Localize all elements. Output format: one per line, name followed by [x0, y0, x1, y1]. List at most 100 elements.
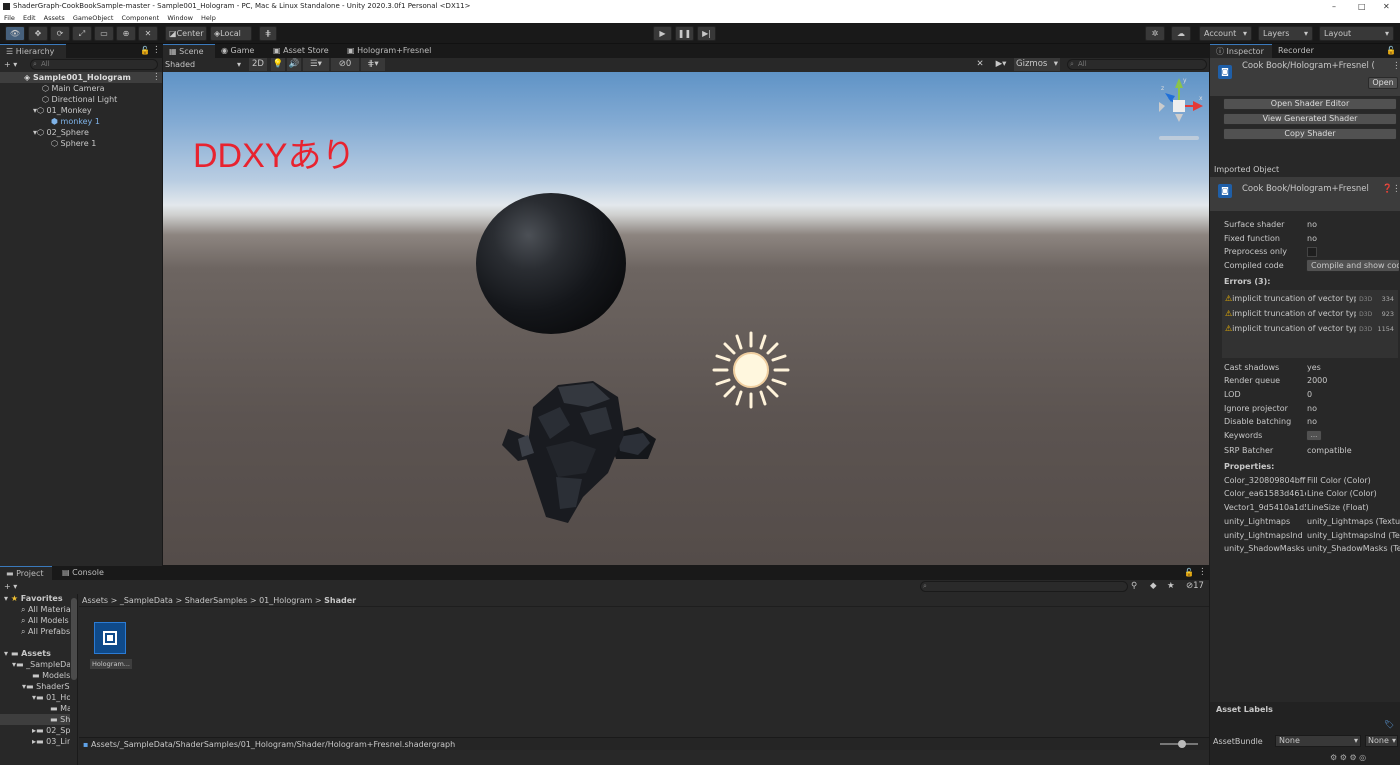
lock-icon[interactable]: 🔓 — [140, 46, 150, 55]
favorite-item[interactable]: ⌕ All Models — [21, 615, 71, 626]
tag-icon[interactable]: 🏷 — [1384, 720, 1394, 729]
layers-dropdown[interactable]: Layers — [1258, 26, 1313, 41]
hierarchy-item-01-monkey[interactable]: ▾⬡ 01_Monkey — [33, 105, 92, 116]
hierarchy-item-directional-light[interactable]: ⬡ Directional Light — [42, 94, 117, 105]
object-menu-icon[interactable]: ⋮ — [1392, 184, 1400, 194]
tree-scrollbar[interactable] — [71, 598, 77, 680]
breadcrumb-item[interactable]: ShaderSamples — [185, 596, 248, 605]
tree-folder[interactable]: ▸▬ 03_Lines — [32, 736, 70, 747]
tab-shader-graph[interactable]: ▣ Hologram+Fresnel — [341, 44, 436, 58]
gizmos-dropdown[interactable]: Gizmos ▾ — [1014, 58, 1060, 71]
favorite-star-icon[interactable]: ★ — [1167, 581, 1175, 591]
hierarchy-search-input[interactable]: ⌕ All — [30, 59, 158, 70]
breadcrumb-item[interactable]: Assets — [82, 596, 108, 605]
menu-file[interactable]: File — [4, 14, 15, 22]
preprocess-checkbox[interactable] — [1307, 247, 1317, 257]
tree-folder[interactable]: ▾▬ ShaderSamples — [22, 681, 70, 692]
project-search-input[interactable]: ⌕ — [920, 581, 1128, 592]
settings-icon[interactable]: ◎ — [1359, 753, 1366, 762]
search-by-type-icon[interactable]: ⚲ — [1131, 581, 1137, 591]
breadcrumb-item[interactable]: Shader — [324, 596, 356, 605]
compile-show-code-button[interactable]: Compile and show code — [1306, 259, 1400, 272]
kebab-menu-icon[interactable]: ⋮ — [1198, 567, 1207, 577]
menu-help[interactable]: Help — [201, 14, 216, 22]
menu-gameobject[interactable]: GameObject — [73, 14, 114, 22]
menu-window[interactable]: Window — [167, 14, 193, 22]
tab-console[interactable]: ▤ Console — [56, 566, 112, 580]
copy-shader-button[interactable]: Copy Shader — [1223, 128, 1397, 140]
cloud-button[interactable]: ☁ — [1171, 26, 1191, 41]
collab-button[interactable]: ✲ — [1145, 26, 1165, 41]
scale-tool-button[interactable]: ⤢ — [72, 26, 92, 41]
search-by-label-icon[interactable]: ◆ — [1150, 581, 1157, 591]
play-button[interactable]: ▶ — [653, 26, 672, 41]
menu-component[interactable]: Component — [121, 14, 159, 22]
open-button[interactable]: Open — [1368, 77, 1398, 89]
tab-scene[interactable]: ▦ Scene — [163, 44, 215, 58]
icon-size-slider-handle[interactable] — [1178, 740, 1186, 748]
favorites-header[interactable]: ▾ ★ Favorites — [4, 593, 63, 604]
breadcrumb-item[interactable]: 01_Hologram — [259, 596, 312, 605]
assets-header[interactable]: ▾ ▬ Assets — [4, 648, 51, 659]
toggle-2d-button[interactable]: 2D — [249, 58, 267, 71]
hierarchy-item-02-sphere[interactable]: ▾⬡ 02_Sphere — [33, 127, 89, 138]
shadergraph-asset-tile[interactable] — [94, 622, 126, 654]
hierarchy-add-button[interactable]: + ▾ — [4, 59, 17, 70]
open-shader-editor-button[interactable]: Open Shader Editor — [1223, 98, 1397, 110]
tools-toggle[interactable]: ✕ — [973, 58, 987, 71]
account-dropdown[interactable]: Account — [1199, 26, 1252, 41]
minimize-button[interactable]: – — [1332, 0, 1336, 13]
progress-icon[interactable]: ⚙ — [1330, 753, 1337, 762]
menu-assets[interactable]: Assets — [44, 14, 65, 22]
asset-tile-label[interactable]: Hologram... — [90, 659, 132, 669]
tab-recorder[interactable]: Recorder — [1272, 44, 1328, 58]
hidden-objects-toggle[interactable]: ⊘0 — [331, 58, 359, 71]
tree-folder[interactable]: ▸▬ 02_Sphere — [32, 725, 70, 736]
tab-game[interactable]: ◉ Game — [215, 44, 265, 58]
scene-viewport[interactable]: DDXYあり y x z — [163, 72, 1209, 565]
pause-button[interactable]: ❚❚ — [675, 26, 694, 41]
breadcrumb-item[interactable]: _SampleData — [120, 596, 173, 605]
maximize-button[interactable]: □ — [1358, 0, 1366, 13]
grid-snap-button[interactable]: ⋕ — [259, 26, 277, 41]
layout-dropdown[interactable]: Layout — [1319, 26, 1394, 41]
favorite-item[interactable]: ⌕ All Prefabs — [21, 626, 71, 637]
rect-tool-button[interactable]: ▭ — [94, 26, 114, 41]
tab-hierarchy[interactable]: ☰ Hierarchy — [0, 44, 66, 58]
scene-menu-icon[interactable]: ⋮ — [152, 72, 161, 82]
tab-inspector[interactable]: ⓘ Inspector — [1210, 44, 1272, 58]
hierarchy-item-sphere-1[interactable]: ⬡ Sphere 1 — [51, 138, 96, 149]
scene-search-input[interactable]: ⌕ All — [1067, 59, 1207, 70]
variant-dropdown[interactable]: None ▾ — [1365, 735, 1398, 747]
hierarchy-item-main-camera[interactable]: ⬡ Main Camera — [42, 83, 105, 94]
tree-folder[interactable]: ▬ Materials — [50, 703, 70, 714]
tree-folder[interactable]: ▬ Models — [32, 670, 70, 681]
transform-tool-button[interactable]: ⊕ — [116, 26, 136, 41]
hierarchy-item-monkey-1[interactable]: ⬢ monkey 1 — [51, 116, 100, 127]
pivot-local-button[interactable]: ◈Local — [210, 26, 252, 41]
custom-tool-button[interactable]: ✕ — [138, 26, 158, 41]
tree-folder-selected[interactable]: ▬ Shader — [50, 714, 70, 725]
lock-icon[interactable]: 🔓 — [1386, 46, 1396, 55]
asset-menu-icon[interactable]: ⋮ — [1392, 61, 1400, 71]
step-button[interactable]: ▶| — [697, 26, 716, 41]
audio-toggle[interactable]: 🔊 — [287, 58, 301, 71]
sphere-object[interactable] — [476, 193, 626, 334]
hidden-packages-icon[interactable]: ⊘17 — [1186, 581, 1204, 591]
rotate-tool-button[interactable]: ⟳ — [50, 26, 70, 41]
shading-mode-dropdown[interactable]: Shaded ▾ — [165, 58, 243, 71]
error-row[interactable]: ⚠implicit truncation of vector typeD3D 11… — [1225, 323, 1397, 335]
tab-project[interactable]: ▬ Project — [0, 566, 52, 580]
move-tool-button[interactable]: ✥ — [28, 26, 48, 41]
project-add-button[interactable]: + ▾ — [4, 581, 17, 592]
view-tool-button[interactable]: 👁 — [5, 26, 25, 41]
monkey-object[interactable] — [498, 377, 658, 527]
cache-icon[interactable]: ⚙ — [1340, 753, 1347, 762]
grid-dropdown[interactable]: ⋕▾ — [361, 58, 385, 71]
effects-dropdown[interactable]: ☰▾ — [303, 58, 329, 71]
help-icon[interactable]: ❓ — [1382, 184, 1393, 194]
close-window-button[interactable]: ✕ — [1383, 0, 1390, 13]
directional-light-sun-icon[interactable] — [711, 330, 791, 410]
menu-edit[interactable]: Edit — [23, 14, 36, 22]
pivot-center-button[interactable]: ◪Center — [165, 26, 207, 41]
